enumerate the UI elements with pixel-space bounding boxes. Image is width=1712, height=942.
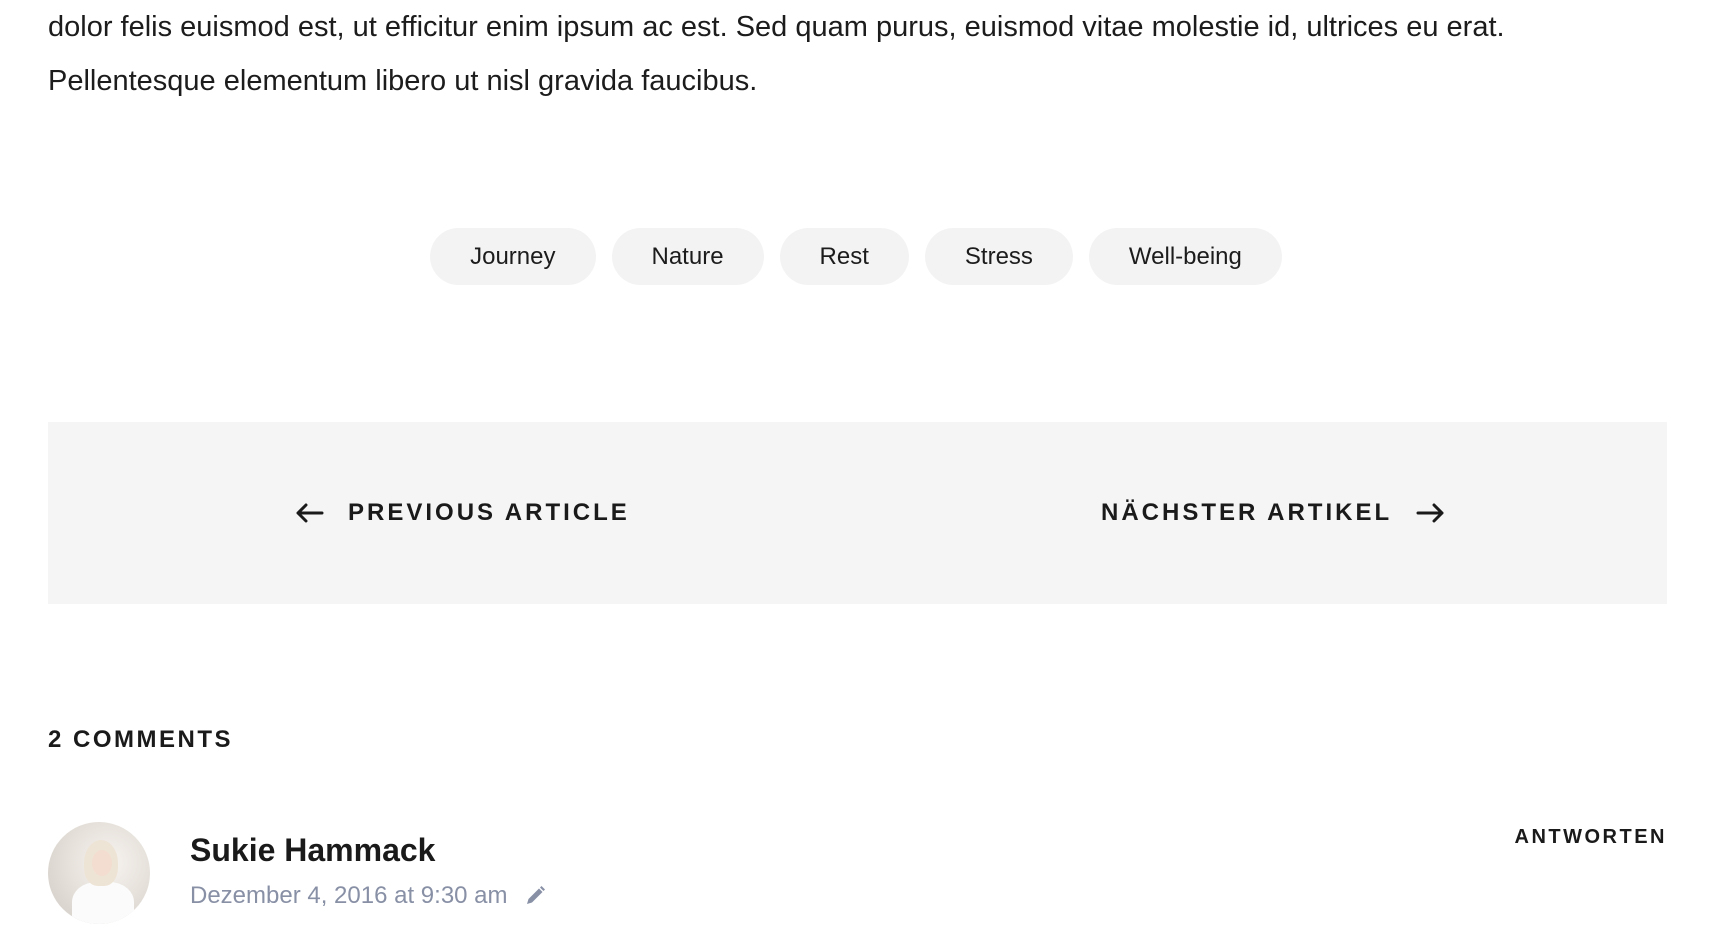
article-line-2: Pellentesque elementum libero ut nisl gr… <box>48 65 758 97</box>
next-article-label: NÄCHSTER ARTIKEL <box>1101 499 1393 526</box>
page: dolor felis euismod est, ut efficitur en… <box>0 0 1712 942</box>
comment-date[interactable]: Dezember 4, 2016 at 9:30 am <box>190 882 508 910</box>
tag-well-being[interactable]: Well-being <box>1088 228 1282 285</box>
arrow-right-icon <box>1416 503 1444 523</box>
tag-rest[interactable]: Rest <box>779 228 909 285</box>
comment-item: Sukie Hammack Dezember 4, 2016 at 9:30 a… <box>48 822 1667 942</box>
avatar <box>48 822 150 924</box>
tag-list: Journey Nature Rest Stress Well-being <box>0 228 1712 285</box>
next-article-link[interactable]: NÄCHSTER ARTIKEL <box>1101 422 1446 604</box>
comments-title: 2 COMMENTS <box>48 726 234 753</box>
tag-stress[interactable]: Stress <box>924 228 1073 285</box>
reply-link[interactable]: ANTWORTEN <box>1515 826 1667 849</box>
article-line-1: dolor felis euismod est, ut efficitur en… <box>48 11 1505 43</box>
previous-article-link[interactable]: PREVIOUS ARTICLE <box>294 422 630 604</box>
post-navigation: PREVIOUS ARTICLE NÄCHSTER ARTIKEL <box>48 422 1667 604</box>
previous-article-label: PREVIOUS ARTICLE <box>348 499 630 526</box>
tag-journey[interactable]: Journey <box>430 228 596 285</box>
comment-author[interactable]: Sukie Hammack <box>190 832 435 869</box>
tag-nature[interactable]: Nature <box>611 228 764 285</box>
arrow-left-icon <box>296 503 324 523</box>
pencil-icon[interactable] <box>524 885 546 907</box>
article-text: dolor felis euismod est, ut efficitur en… <box>48 0 1668 108</box>
comment-meta: Dezember 4, 2016 at 9:30 am <box>190 882 546 910</box>
